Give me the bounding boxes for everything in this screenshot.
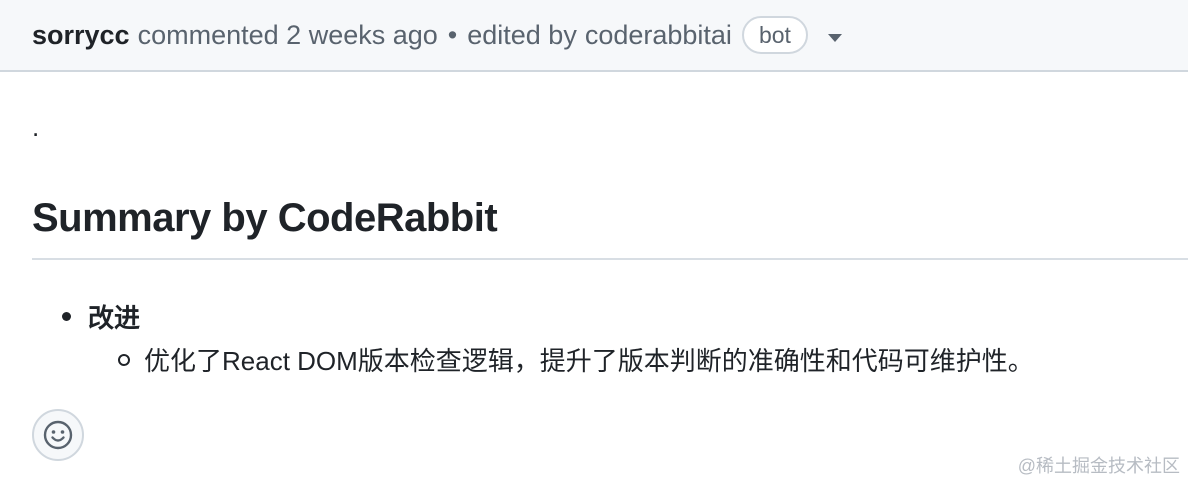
- bullet-disc: [62, 312, 71, 321]
- comment-timestamp-link[interactable]: commented 2 weeks ago: [138, 20, 438, 51]
- comment-action-text: commented: [137, 19, 279, 50]
- comment-time-text: 2 weeks ago: [286, 19, 438, 50]
- edit-history-dropdown-caret[interactable]: [827, 34, 842, 42]
- header-separator: •: [447, 19, 458, 50]
- list-item-label: 改进: [88, 303, 141, 333]
- summary-heading: Summary by CodeRabbit: [32, 196, 498, 240]
- watermark: @稀土掘金技术社区: [1017, 456, 1180, 476]
- smiley-icon: [43, 420, 73, 450]
- bot-badge: bot: [741, 16, 808, 54]
- sub-list-item: 优化了React DOM版本检查逻辑，提升了版本判断的准确性和代码可维护性。: [118, 341, 1034, 378]
- list-item-improvement: 改进: [62, 298, 140, 335]
- sub-list-item-text: 优化了React DOM版本检查逻辑，提升了版本判断的准确性和代码可维护性。: [144, 346, 1034, 376]
- editor-link[interactable]: coderabbitai: [585, 20, 732, 51]
- comment-header: sorrycc commented 2 weeks ago • edited b…: [0, 0, 1188, 72]
- bullet-circle: [118, 353, 130, 366]
- comment-author-link[interactable]: sorrycc: [32, 20, 130, 51]
- heading-divider: [32, 258, 1188, 260]
- add-reaction-button[interactable]: [32, 409, 84, 461]
- edited-by-label[interactable]: edited by: [467, 20, 577, 51]
- comment-body-dot: .: [32, 112, 40, 142]
